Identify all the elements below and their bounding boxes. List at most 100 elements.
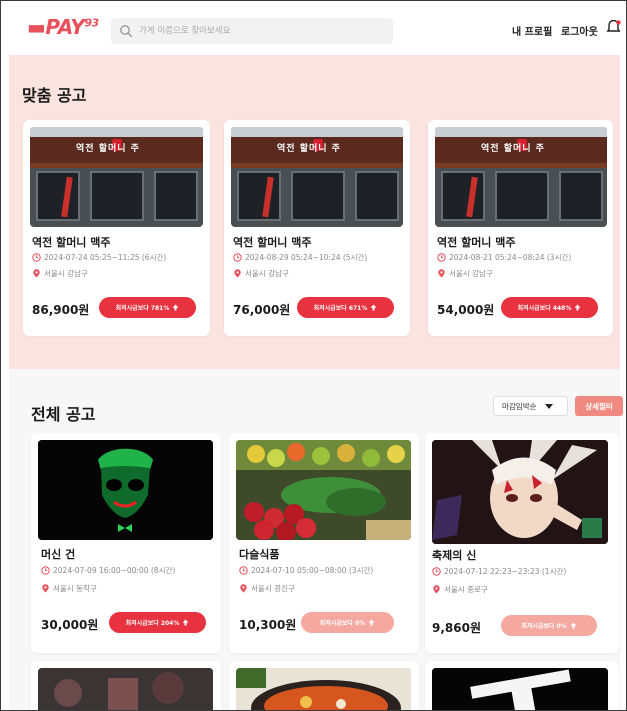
logout-link[interactable]: 로그아웃 xyxy=(561,23,598,38)
job-card[interactable] xyxy=(229,661,419,710)
job-datetime: 2024-07-12 22:23~23:23 (1시간) xyxy=(432,566,566,577)
job-price: 30,000원 xyxy=(41,618,99,632)
logo-text: PAY xyxy=(45,15,85,39)
job-location-text: 서울시 강남구 xyxy=(449,269,493,278)
notification-icon[interactable] xyxy=(606,20,621,35)
wage-badge-text: 최저시급보다 204% xyxy=(125,620,180,627)
search-icon xyxy=(120,25,133,38)
job-image xyxy=(432,668,608,710)
wage-badge: 최저시급보다 671% xyxy=(297,297,394,318)
job-location: 서울시 강남구 xyxy=(233,268,289,279)
location-pin-icon xyxy=(433,585,440,594)
arrow-up-icon xyxy=(172,304,179,311)
job-card[interactable]: 머신 건 2024-07-09 16:00~00:00 (8시간) 서울시 동작… xyxy=(31,433,221,653)
job-datetime-text: 2024-07-10 05:00~08:00 (3시간) xyxy=(251,566,374,575)
job-location: 서울시 강남구 xyxy=(32,268,88,279)
location-pin-icon xyxy=(33,269,40,278)
matched-card[interactable]: 역전 할머니 주 역전 할머니 맥주 2024-07-24 05:25~11:2… xyxy=(23,120,210,336)
clock-icon xyxy=(41,566,50,575)
job-card[interactable] xyxy=(425,661,619,710)
job-image xyxy=(236,440,411,540)
job-location: 서울시 강남구 xyxy=(437,268,493,279)
wage-badge-text: 최저시급보다 0% xyxy=(319,620,366,627)
job-datetime: 2024-07-10 05:00~08:00 (3시간) xyxy=(239,565,373,576)
sort-select[interactable]: 마감임박순 xyxy=(493,396,568,416)
job-location-text: 서울시 종로구 xyxy=(444,585,488,594)
app-frame: ▬PAY93 내 프로필 로그아웃 맞춤 공고 역전 할머니 주 xyxy=(0,0,627,711)
clock-icon xyxy=(32,253,41,262)
store-sign: 역전 할머니 주 xyxy=(277,144,341,154)
profile-link[interactable]: 내 프로필 xyxy=(512,23,552,38)
job-price: 54,000원 xyxy=(437,303,495,317)
job-datetime-text: 2024-08-21 05:24~08:24 (3시간) xyxy=(449,253,572,262)
job-datetime-text: 2024-08-29 05:24~10:24 (5시간) xyxy=(245,253,368,262)
location-pin-icon xyxy=(240,584,247,593)
job-name: 역전 할머니 맥주 xyxy=(233,236,312,249)
job-price: 76,000원 xyxy=(233,303,291,317)
wage-badge: 최저시급보다 448% xyxy=(501,297,598,318)
wage-badge: 최저시급보다 0% xyxy=(301,612,394,633)
job-location-text: 서울시 광진구 xyxy=(251,584,295,593)
location-pin-icon xyxy=(42,584,49,593)
arrow-up-icon xyxy=(570,622,577,629)
arrow-up-icon xyxy=(574,304,581,311)
wage-badge: 최저시급보다 781% xyxy=(99,297,196,318)
job-price: 9,860원 xyxy=(432,621,481,635)
all-jobs-section: 전체 공고 마감임박순 상세필터 머신 건 2024-07-09 16:00~0… xyxy=(9,369,623,710)
job-image xyxy=(38,668,213,710)
chevron-down-icon xyxy=(544,403,553,409)
job-location-text: 서울시 동작구 xyxy=(53,584,97,593)
job-datetime: 2024-08-29 05:24~10:24 (5시간) xyxy=(233,252,367,263)
job-price: 86,900원 xyxy=(32,303,90,317)
search-bar[interactable] xyxy=(111,18,393,44)
matched-card[interactable]: 역전 할머니 주 역전 할머니 맥주 2024-08-21 05:24~08:2… xyxy=(428,120,613,336)
job-name: 다슬식품 xyxy=(239,548,280,561)
store-image: 역전 할머니 주 xyxy=(435,127,607,227)
job-image xyxy=(236,668,411,710)
sort-select-value: 마감임박순 xyxy=(502,401,537,411)
job-datetime: 2024-07-24 05:25~11:25 (6시간) xyxy=(32,252,166,263)
job-location: 서울시 동작구 xyxy=(41,583,97,594)
logo[interactable]: ▬PAY93 xyxy=(27,15,99,39)
job-image xyxy=(38,440,213,540)
job-datetime-text: 2024-07-09 16:00~00:00 (8시간) xyxy=(53,566,176,575)
matched-title: 맞춤 공고 xyxy=(22,86,87,105)
wage-badge-text: 최저시급보다 781% xyxy=(115,305,170,312)
job-image xyxy=(432,440,608,544)
job-card[interactable]: 축제의 신 2024-07-12 22:23~23:23 (1시간) 서울시 종… xyxy=(425,433,619,653)
matched-section: 맞춤 공고 역전 할머니 주 역전 할머니 맥주 2024-07-24 05:2… xyxy=(9,55,620,369)
clock-icon xyxy=(233,253,242,262)
arrow-up-icon xyxy=(368,619,375,626)
detail-filter-button[interactable]: 상세필터 xyxy=(575,396,623,416)
clock-icon xyxy=(239,566,248,575)
arrow-up-icon xyxy=(182,619,189,626)
location-pin-icon xyxy=(234,269,241,278)
job-price: 10,300원 xyxy=(239,618,297,632)
search-input[interactable] xyxy=(139,22,384,40)
job-card[interactable]: 다슬식품 2024-07-10 05:00~08:00 (3시간) 서울시 광진… xyxy=(229,433,419,653)
clock-icon xyxy=(432,567,441,576)
wage-badge-text: 최저시급보다 671% xyxy=(313,305,368,312)
job-name: 역전 할머니 맥주 xyxy=(32,236,111,249)
job-name: 머신 건 xyxy=(41,548,76,561)
location-pin-icon xyxy=(438,269,445,278)
store-sign: 역전 할머니 주 xyxy=(76,144,140,154)
job-datetime-text: 2024-07-24 05:25~11:25 (6시간) xyxy=(44,253,167,262)
job-datetime-text: 2024-07-12 22:23~23:23 (1시간) xyxy=(444,567,567,576)
job-location: 서울시 광진구 xyxy=(239,583,295,594)
store-image: 역전 할머니 주 xyxy=(231,127,403,227)
job-location: 서울시 종로구 xyxy=(432,584,488,595)
job-card[interactable] xyxy=(31,661,221,710)
wage-badge: 최저시급보다 204% xyxy=(109,612,206,633)
wage-badge-text: 최저시급보다 448% xyxy=(517,305,572,312)
job-name: 역전 할머니 맥주 xyxy=(437,236,516,249)
job-datetime: 2024-07-09 16:00~00:00 (8시간) xyxy=(41,565,175,576)
clock-icon xyxy=(437,253,446,262)
wage-badge-text: 최저시급보다 0% xyxy=(521,623,567,630)
arrow-up-icon xyxy=(370,304,377,311)
header: ▬PAY93 내 프로필 로그아웃 xyxy=(1,1,626,55)
matched-card[interactable]: 역전 할머니 주 역전 할머니 맥주 2024-08-29 05:24~10:2… xyxy=(224,120,410,336)
job-location-text: 서울시 강남구 xyxy=(44,269,88,278)
all-jobs-title: 전체 공고 xyxy=(31,405,96,424)
job-datetime: 2024-08-21 05:24~08:24 (3시간) xyxy=(437,252,571,263)
